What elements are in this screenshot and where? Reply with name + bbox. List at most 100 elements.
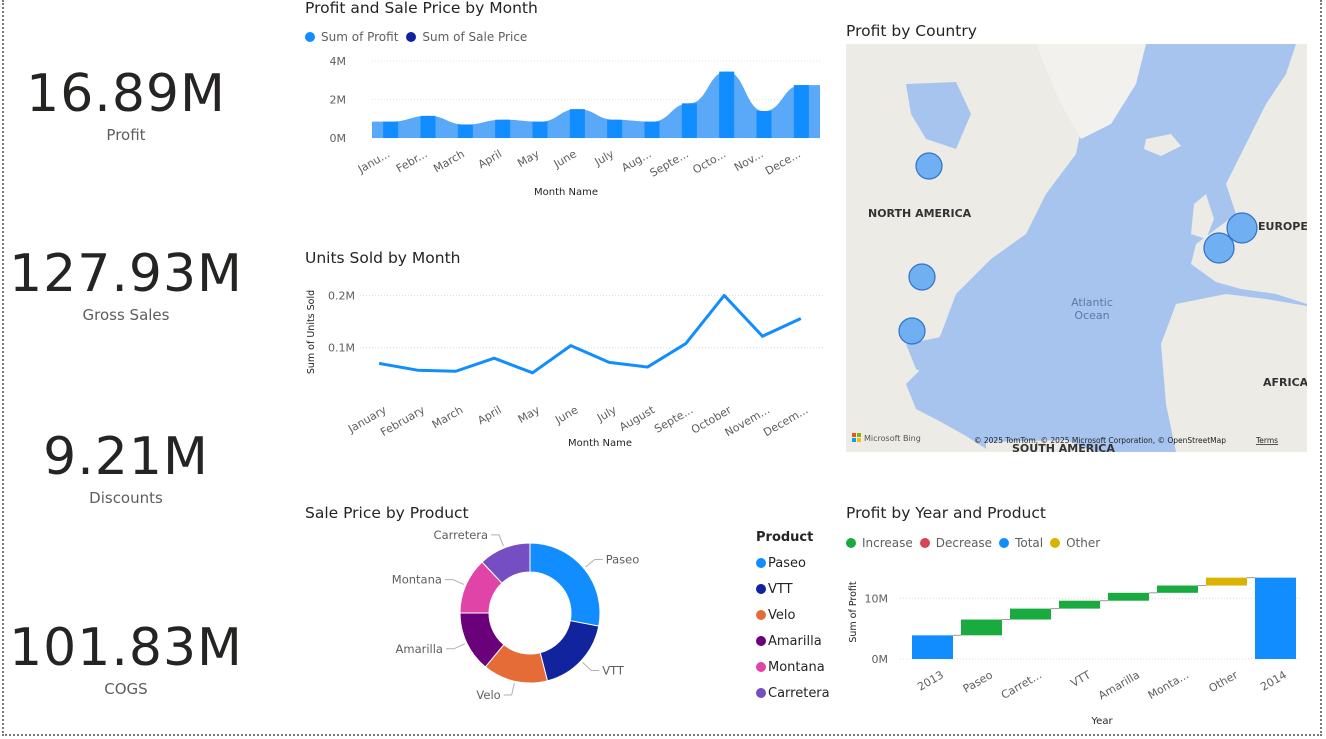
legend-dot-decrease	[919, 538, 930, 548]
donut-slice-paseo[interactable]	[529, 542, 601, 627]
legend-product[interactable]: Product Paseo VTT Velo Amarilla Montana …	[756, 530, 830, 706]
donut-leader-line	[582, 661, 600, 672]
x-axis-title: Year	[1090, 716, 1113, 727]
x-tick-label: March	[430, 403, 466, 431]
line-point[interactable]	[684, 342, 688, 346]
bar-profit[interactable]	[420, 115, 436, 138]
chart-profit-sale-by-month[interactable]: 4M 2M 0M Janu... Febr... March April May June Ju…	[300, 48, 830, 203]
x-tick-label: 2013	[915, 668, 946, 693]
chart-units-sold-by-month[interactable]: Sum of Units Sold 0.2M0.1M JanuaryFebrua…	[300, 280, 830, 455]
bar-profit[interactable]	[756, 111, 772, 138]
bing-logo-icon-part	[852, 438, 856, 442]
waterfall-bar[interactable]	[1108, 592, 1149, 601]
bar-profit[interactable]	[457, 124, 473, 138]
x-tick-label: Other	[1206, 668, 1240, 695]
kpi-card-profit[interactable]: 16.89M Profit	[8, 68, 244, 144]
bar-profit[interactable]	[793, 85, 809, 138]
line-point[interactable]	[799, 316, 803, 320]
donut-label-velo: Velo	[476, 688, 500, 702]
legend-item-carretera[interactable]: Carretera	[756, 680, 830, 706]
landmass-uk	[1191, 194, 1214, 239]
waterfall-bar[interactable]	[1206, 577, 1247, 586]
x-axis-title: Month Name	[568, 438, 632, 449]
bing-logo-icon-part	[857, 433, 861, 437]
legend-dot-other	[1050, 538, 1061, 548]
legend-item-paseo[interactable]: Paseo	[756, 550, 830, 576]
x-tick-label: April	[475, 403, 503, 427]
map-label-north-america: NORTH AMERICA	[868, 207, 972, 220]
kpi-card-gross-sales[interactable]: 127.93M Gross Sales	[8, 248, 244, 324]
line-point[interactable]	[416, 368, 420, 372]
map-terms-link[interactable]: Terms	[1255, 436, 1278, 445]
legend-item-amarilla[interactable]: Amarilla	[756, 628, 830, 654]
chart-legend-waterfall[interactable]: Increase Decrease Total Other	[846, 536, 1100, 550]
legend-item-vtt[interactable]: VTT	[756, 576, 830, 602]
legend-dot-total	[999, 538, 1010, 548]
bar-profit[interactable]	[495, 119, 511, 138]
legend-label-increase: Increase	[862, 536, 913, 550]
legend-dot	[756, 584, 766, 594]
legend-item-montana[interactable]: Montana	[756, 654, 830, 680]
legend-dot	[756, 688, 766, 698]
bar-profit[interactable]	[719, 71, 735, 138]
chart-sale-price-by-product[interactable]: Paseo VTT Velo Amarilla Montana Carretera	[380, 528, 680, 708]
map-profit-by-country[interactable]: NORTH AMERICA EUROPE AFRICA SOUTH AMERIC…	[846, 44, 1307, 452]
donut-slice-vtt[interactable]	[539, 620, 600, 682]
x-tick-label: Septe...	[652, 403, 695, 435]
bar-profit[interactable]	[383, 121, 399, 138]
legend-label: Amarilla	[768, 633, 822, 649]
map-bubble-france[interactable]	[1203, 232, 1235, 264]
line-point[interactable]	[607, 360, 611, 364]
line-units-sold[interactable]	[378, 293, 802, 375]
bar-profit[interactable]	[644, 121, 660, 138]
legend-label: Velo	[768, 607, 796, 623]
kpi-card-discounts[interactable]: 9.21M Discounts	[8, 431, 244, 507]
donut-leader-line	[491, 534, 504, 547]
map-bubble-germany[interactable]	[1226, 212, 1258, 244]
chart-title-units: Units Sold by Month	[305, 249, 461, 267]
legend-dot	[756, 558, 766, 568]
x-tick-label: Amarilla	[1096, 668, 1142, 702]
line-point[interactable]	[761, 334, 765, 338]
map-canvas[interactable]: NORTH AMERICA EUROPE AFRICA SOUTH AMERIC…	[846, 44, 1307, 452]
kpi-card-cogs[interactable]: 101.83M COGS	[8, 622, 244, 698]
bar-profit[interactable]	[532, 121, 548, 138]
x-tick-label: Octo...	[690, 147, 728, 176]
waterfall-bar[interactable]	[1059, 600, 1100, 609]
legend-item-velo[interactable]: Velo	[756, 602, 830, 628]
bar-profit[interactable]	[569, 109, 585, 138]
line-point[interactable]	[454, 369, 458, 373]
x-tick-label: July	[592, 147, 617, 169]
line-point[interactable]	[531, 371, 535, 375]
legend-label: VTT	[768, 581, 793, 597]
kpi-value: 127.93M	[9, 244, 243, 304]
waterfall-bar[interactable]	[1157, 585, 1198, 593]
y-axis-title: Sum of Profit	[848, 581, 859, 643]
chart-profit-by-year-product[interactable]: Sum of Profit 10M 0M 2013 Paseo Carret... VT…	[840, 560, 1310, 732]
line-point[interactable]	[492, 356, 496, 360]
line-point[interactable]	[722, 293, 726, 297]
landmass-africa	[1161, 294, 1307, 452]
map-bubble-united-states[interactable]	[908, 263, 936, 291]
bar-profit[interactable]	[681, 103, 697, 138]
line-point[interactable]	[646, 365, 650, 369]
x-tick-label: VTT	[1069, 668, 1094, 690]
x-tick-label: Nov...	[732, 147, 765, 174]
chart-title-donut: Sale Price by Product	[305, 504, 469, 522]
x-tick-label: August	[617, 403, 657, 434]
y-tick-label: 0M	[330, 132, 347, 145]
map-bubble-canada[interactable]	[915, 152, 943, 180]
waterfall-bar[interactable]	[1255, 577, 1296, 659]
x-tick-label: February	[378, 403, 427, 439]
bar-profit[interactable]	[607, 119, 623, 138]
x-tick-label: Dece...	[763, 147, 803, 178]
line-point[interactable]	[569, 344, 573, 348]
y-tick-label: 0M	[872, 653, 889, 666]
waterfall-bar[interactable]	[912, 635, 953, 659]
map-bubble-mexico[interactable]	[898, 317, 926, 345]
waterfall-bar[interactable]	[1010, 608, 1051, 620]
chart-legend-profit-sale[interactable]: Sum of Profit Sum of Sale Price	[305, 30, 527, 44]
waterfall-bar[interactable]	[961, 619, 1002, 636]
line-point[interactable]	[377, 361, 381, 365]
y-axis-title: Sum of Units Sold	[306, 290, 317, 374]
